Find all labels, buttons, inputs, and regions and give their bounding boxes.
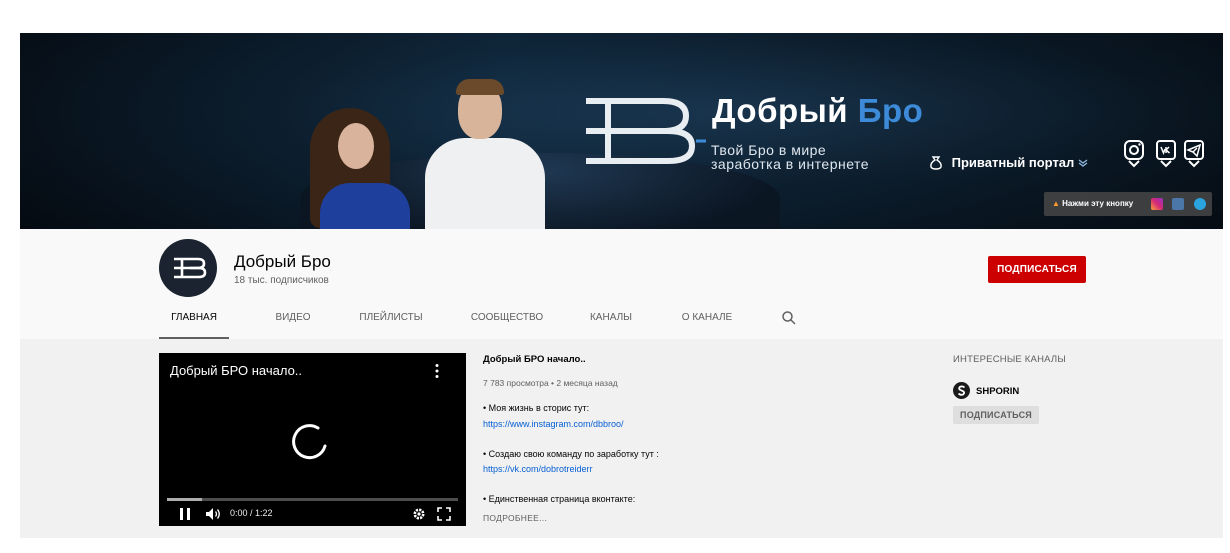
player-title[interactable]: Добрый БРО начало.. [170, 363, 302, 378]
money-bag-icon [930, 156, 942, 170]
featured-subscribe-button[interactable]: ПОДПИСАТЬСЯ [953, 406, 1039, 424]
portal-label: Приватный портал [951, 155, 1075, 170]
loading-spinner-icon [292, 424, 327, 460]
tab-home[interactable]: ГЛАВНАЯ [159, 304, 229, 339]
banner-title: Добрый Бро [712, 92, 923, 130]
pause-icon[interactable] [179, 507, 191, 521]
banner-subtitle-line2: заработка в интернете [711, 156, 870, 172]
progress-bar[interactable] [167, 498, 458, 501]
video-title[interactable]: Добрый БРО начало.. [483, 354, 586, 365]
banner-vk-link[interactable] [1154, 138, 1178, 168]
video-meta: 7 783 просмотра • 2 месяца назад [483, 378, 618, 388]
search-icon[interactable] [781, 310, 797, 326]
banner-telegram-link[interactable] [1182, 138, 1206, 168]
tab-playlists[interactable]: ПЛЕЙЛИСТЫ [352, 304, 430, 339]
woman-figure-body [320, 183, 410, 229]
featured-channel-avatar[interactable] [953, 382, 970, 399]
shporin-logo-icon [957, 385, 966, 396]
tab-community[interactable]: СООБЩЕСТВО [466, 304, 548, 339]
video-description-line: • Единственная страница вконтакте: [483, 494, 636, 504]
banner-links-bar: ▲ Нажми эту кнопку [1044, 192, 1212, 216]
woman-figure-face [338, 123, 374, 169]
hint-text: Нажми эту кнопку [1062, 199, 1134, 208]
subscribe-button[interactable]: ПОДПИСАТЬСЯ [988, 256, 1086, 283]
telegram-icon [1184, 140, 1204, 160]
tab-about[interactable]: О КАНАЛЕ [674, 304, 740, 339]
tab-channels[interactable]: КАНАЛЫ [582, 304, 640, 339]
warning-icon: ▲ [1052, 199, 1060, 208]
brand-logo-icon [174, 257, 207, 279]
settings-gear-icon[interactable] [412, 507, 426, 521]
volume-icon[interactable] [205, 507, 221, 521]
banner-subtitle: Твой Бро в мире заработка в интернете [711, 143, 869, 171]
chevron-down-icon [1128, 160, 1140, 168]
chevron-down-icon [1160, 160, 1172, 168]
channel-avatar[interactable] [159, 239, 217, 297]
video-player[interactable]: Добрый БРО начало.. 0:00 / 1:22 [159, 353, 466, 526]
fullscreen-icon[interactable] [437, 507, 451, 521]
show-more-button[interactable]: ПОДРОБНЕЕ... [483, 513, 547, 523]
vk-link[interactable]: https://vk.com/dobrotreiderr [483, 464, 593, 474]
man-figure-body [425, 138, 545, 229]
video-description-line: • Создаю свою команду по заработку тут : [483, 449, 659, 459]
banner-title-main: Добрый [712, 92, 849, 129]
video-description-line: • Моя жизнь в сторис тут: [483, 403, 590, 413]
instagram-link[interactable]: https://www.instagram.com/dbbroo/ [483, 419, 624, 429]
vk-icon[interactable] [1172, 198, 1184, 210]
banner-subtitle-line1: Твой Бро в мире [711, 142, 827, 158]
featured-channel-name[interactable]: SHPORIN [976, 386, 1019, 397]
instagram-icon[interactable] [1151, 198, 1163, 210]
banner-hint: ▲ Нажми эту кнопку [1052, 199, 1133, 208]
playback-time: 0:00 / 1:22 [230, 508, 273, 518]
channel-banner: Добрый Бро Твой Бро в мире заработка в и… [20, 33, 1223, 229]
more-vertical-icon[interactable] [434, 363, 440, 379]
banner-title-accent: Бро [857, 92, 924, 129]
brand-logo-icon [586, 98, 706, 164]
banner-instagram-link[interactable] [1122, 138, 1146, 168]
tab-videos[interactable]: ВИДЕО [262, 304, 324, 339]
subscriber-count: 18 тыс. подписчиков [234, 275, 329, 286]
chevron-down-icon [1188, 160, 1200, 168]
channel-page: Добрый Бро Твой Бро в мире заработка в и… [0, 0, 1230, 553]
featured-channels-heading: ИНТЕРЕСНЫЕ КАНАЛЫ [953, 354, 1066, 365]
channel-name: Добрый Бро [234, 252, 331, 271]
progress-fill [167, 498, 202, 501]
vk-icon [1156, 140, 1176, 160]
telegram-icon[interactable] [1194, 198, 1206, 210]
chevron-down-icon [1078, 159, 1088, 167]
private-portal-link[interactable]: Приватный портал [928, 154, 1088, 170]
instagram-icon [1124, 140, 1144, 160]
man-figure-hair [456, 79, 504, 95]
